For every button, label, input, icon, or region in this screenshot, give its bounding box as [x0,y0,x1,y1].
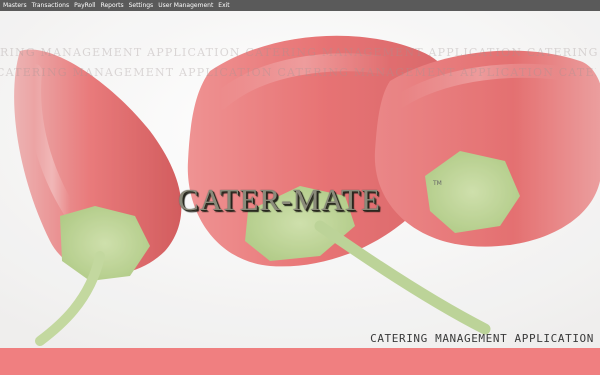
menu-payroll[interactable]: PayRoll [74,0,95,11]
menu-settings[interactable]: Settings [129,0,154,11]
menu-exit[interactable]: Exit [218,0,229,11]
menu-masters[interactable]: Masters [3,0,27,11]
menu-bar: Masters Transactions PayRoll Reports Set… [0,0,600,11]
menu-reports[interactable]: Reports [101,0,124,11]
app-tagline: CATERING MANAGEMENT APPLICATION [370,332,594,345]
app-logo: CATER-MATE [178,182,381,217]
menu-transactions[interactable]: Transactions [32,0,69,11]
trademark-mark: TM [433,180,442,187]
menu-user-management[interactable]: User Management [158,0,213,11]
status-bar [0,348,600,375]
chili-background-image [0,11,600,348]
